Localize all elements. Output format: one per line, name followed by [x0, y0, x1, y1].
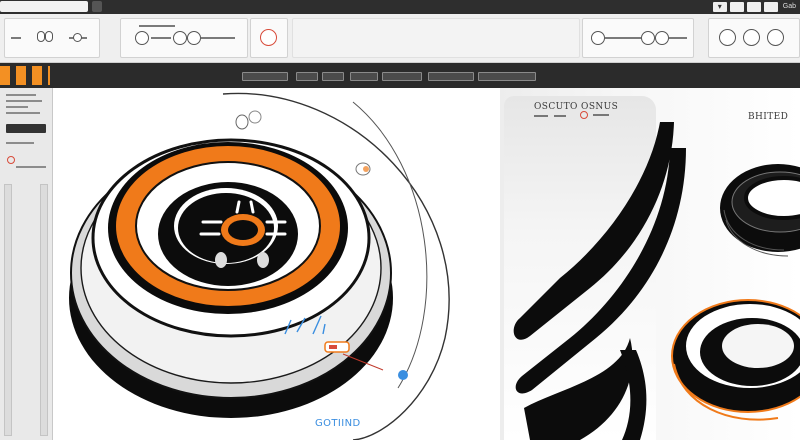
sidebar-record-indicator[interactable] [7, 156, 15, 164]
menu-item-7[interactable] [478, 72, 536, 81]
record-button[interactable] [260, 29, 277, 46]
layer-button-1[interactable] [591, 31, 605, 45]
title-bar: ▾ Gab [0, 0, 800, 14]
menu-icon[interactable]: ▾ [712, 2, 727, 12]
tire-thumbnail-2[interactable] [668, 294, 800, 440]
tool-button-1[interactable] [719, 29, 736, 46]
window-controls: ▾ Gab [712, 1, 798, 13]
tire-illustration [69, 92, 450, 440]
minimize-icon[interactable] [729, 2, 744, 12]
toolbar-group-layers [582, 18, 694, 58]
toolbar-group-tools [708, 18, 800, 58]
menu-item-2[interactable] [296, 72, 318, 81]
toolbar-group-record [250, 18, 288, 58]
sidebar-scrollbar-right[interactable] [40, 184, 48, 436]
window-tab[interactable] [0, 1, 88, 12]
toolbar-toggle-a[interactable] [37, 31, 45, 42]
view-button-1[interactable] [135, 31, 149, 45]
maximize-icon[interactable] [746, 2, 761, 12]
close-icon[interactable] [763, 2, 778, 12]
window-corner-label: Gab [782, 3, 796, 10]
tool-button-3[interactable] [767, 29, 784, 46]
toolbar-group-view [120, 18, 248, 58]
tool-button-2[interactable] [743, 29, 760, 46]
toolbar-toggle-b[interactable] [45, 31, 53, 42]
design-canvas[interactable]: GOTIIND [53, 88, 500, 440]
menu-item-4[interactable] [350, 72, 378, 81]
layer-button-3[interactable] [655, 31, 669, 45]
sidebar-scrollbar-left[interactable] [4, 184, 12, 436]
menu-bar [0, 63, 800, 88]
active-workspace-tab[interactable] [0, 66, 50, 85]
toolbar-knob[interactable] [73, 33, 82, 42]
canvas-caption: GOTIIND [315, 418, 361, 429]
toolbar-group-file [4, 18, 100, 58]
view-button-2[interactable] [173, 31, 187, 45]
tool-sidebar [0, 88, 53, 440]
tire-thumbnail-1[interactable] [714, 146, 800, 270]
menu-item-6[interactable] [428, 72, 474, 81]
preview-panel: OSCUTO OSNUS BHITED [500, 88, 800, 440]
menu-item-1[interactable] [242, 72, 288, 81]
toolbar-spacer [292, 18, 580, 58]
menu-item-3[interactable] [322, 72, 344, 81]
menu-item-5[interactable] [382, 72, 422, 81]
toolbar [0, 14, 800, 63]
tab-handle[interactable] [92, 1, 102, 12]
layer-button-2[interactable] [641, 31, 655, 45]
sidebar-apply-button[interactable] [6, 124, 46, 133]
view-button-3[interactable] [187, 31, 201, 45]
